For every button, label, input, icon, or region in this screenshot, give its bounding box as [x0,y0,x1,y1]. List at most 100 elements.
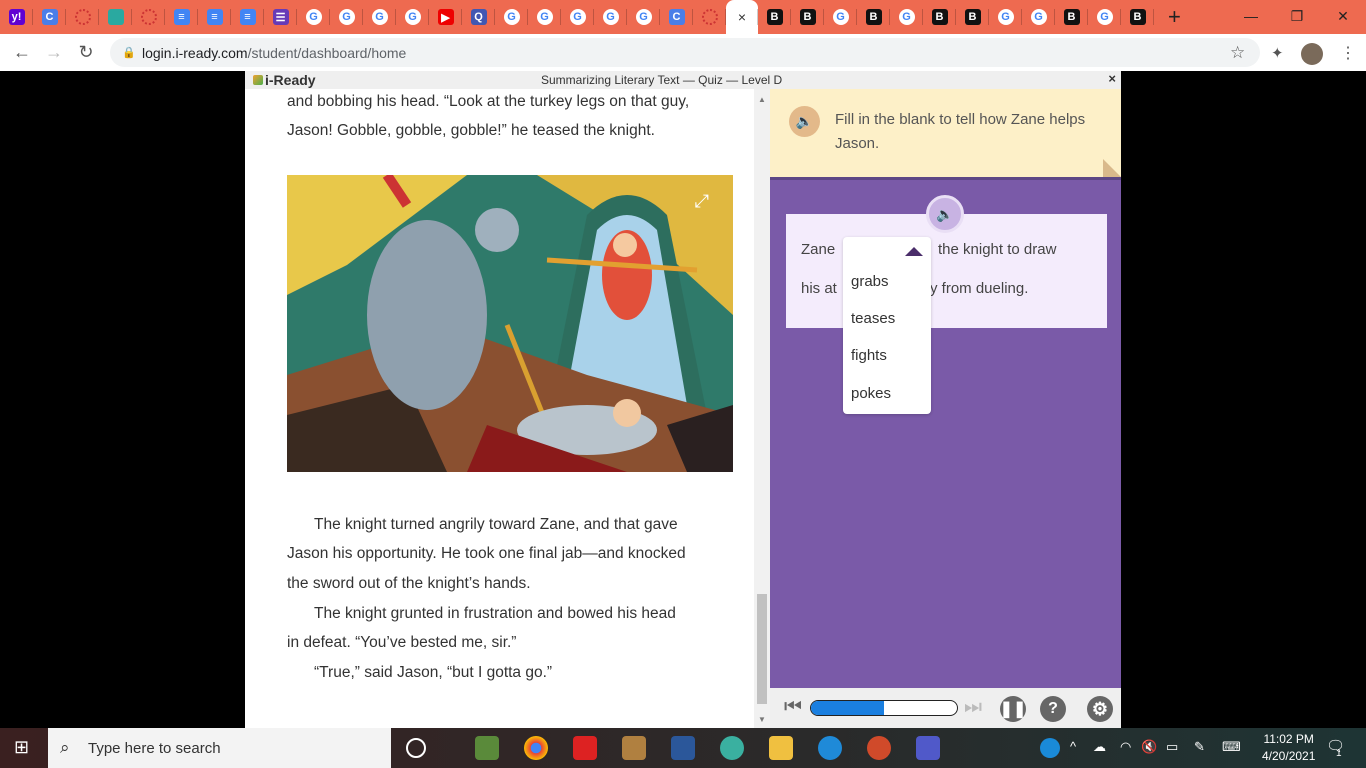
forms-favicon-icon: ☰ [272,9,289,25]
browser-tab[interactable]: G [528,0,561,34]
chevron-up-icon[interactable]: ^ [1070,739,1076,754]
yahoo-favicon-icon: y! [8,9,25,25]
browser-tab[interactable]: ☰ [264,0,297,34]
app-icon[interactable] [622,736,646,760]
minimize-button[interactable]: — [1228,0,1274,32]
active-tab[interactable]: × [726,0,758,34]
meet-icon[interactable] [720,736,744,760]
skip-back-icon[interactable]: ⏮ [784,696,802,719]
settings-gear-icon[interactable]: ⚙ [1087,696,1113,722]
dropdown-option-fights[interactable]: fights [851,347,887,364]
teams-icon[interactable] [916,736,940,760]
restore-button[interactable]: ❐ [1274,0,1320,32]
dropdown-option-teases[interactable]: teases [851,310,895,327]
browser-tab[interactable]: G [824,0,857,34]
bookmark-star-icon[interactable]: ☆ [1230,43,1245,63]
roblox-icon[interactable] [573,736,597,760]
browser-tab[interactable]: B [1055,0,1088,34]
scroll-down-arrow[interactable]: ▼ [758,715,766,724]
help-tray-icon[interactable] [1040,738,1060,758]
edge-icon[interactable] [818,736,842,760]
browser-tab[interactable]: B [1121,0,1154,34]
browser-tab[interactable]: G [297,0,330,34]
close-lesson-button[interactable]: × [1108,71,1116,86]
browser-tab[interactable]: ≡ [231,0,264,34]
pen-icon[interactable]: ✎ [1194,739,1205,755]
close-tab-icon[interactable]: × [738,9,746,25]
expand-image-icon[interactable]: ⤢ [695,187,709,217]
battery-icon[interactable]: ▭ [1166,739,1178,755]
powerpoint-icon[interactable] [867,736,891,760]
keyboard-icon[interactable]: ⌨ [1222,739,1241,755]
passage-line: Jason! Gobble, gobble, gobble!” he tease… [287,122,655,139]
browser-tab[interactable] [693,0,726,34]
b-favicon-icon: B [865,9,882,25]
extensions-icon[interactable]: ✦ [1271,44,1284,62]
tab-strip: y! C ≡ ≡ ≡ ☰ G G G G ▶ Q G G G G G C × B B G B G B B G G B G B + [0,0,1366,34]
browser-tab[interactable]: G [989,0,1022,34]
speaker-icon[interactable]: 🔈 [926,195,964,233]
browser-tab[interactable]: y! [0,0,33,34]
c-favicon-icon: C [41,9,58,25]
browser-tab[interactable]: B [791,0,824,34]
browser-tab[interactable]: B [758,0,791,34]
clock[interactable]: 11:02 PM 4/20/2021 [1262,731,1315,765]
browser-tab[interactable]: C [33,0,66,34]
answer-dropdown[interactable]: grabs teases fights pokes [843,237,931,414]
browser-tab[interactable] [66,0,99,34]
browser-tab[interactable] [99,0,132,34]
browser-tab[interactable]: G [594,0,627,34]
browser-tab[interactable]: Q [462,0,495,34]
speaker-icon[interactable]: 🔈 [789,106,820,137]
browser-tab[interactable]: ≡ [198,0,231,34]
browser-tab[interactable]: G [330,0,363,34]
skip-forward-icon[interactable]: ⏭ [964,696,982,719]
browser-tab[interactable]: B [956,0,989,34]
chrome-icon[interactable] [524,736,548,760]
browser-tab[interactable]: ▶ [429,0,462,34]
browser-tab[interactable]: G [1022,0,1055,34]
reload-button[interactable]: ↻ [70,42,102,63]
back-button[interactable]: ← [6,42,38,63]
google-favicon-icon: G [569,9,586,25]
new-tab-button[interactable]: + [1168,4,1181,30]
scroll-up-arrow[interactable]: ▲ [758,95,766,104]
browser-tab[interactable]: G [396,0,429,34]
cortana-icon[interactable] [406,738,426,758]
browser-tab[interactable]: ≡ [165,0,198,34]
profile-avatar[interactable] [1301,43,1323,65]
forward-button[interactable]: → [38,42,70,63]
date: 4/20/2021 [1262,749,1316,763]
browser-tab[interactable] [132,0,165,34]
taskbar-search[interactable]: ⌕ Type here to search [48,728,391,768]
file-explorer-icon[interactable] [769,736,793,760]
scrollbar-thumb[interactable] [757,594,767,704]
browser-tab[interactable]: C [660,0,693,34]
url-host: login.i-ready.com [142,44,248,61]
url-field[interactable]: 🔒 login.i-ready.com/student/dashboard/ho… [110,38,1260,67]
dropdown-option-pokes[interactable]: pokes [851,385,891,402]
pause-button[interactable]: ❚❚ [1000,696,1026,722]
dropdown-option-grabs[interactable]: grabs [851,273,889,290]
menu-icon[interactable]: ⋮ [1340,43,1356,63]
minecraft-icon[interactable] [475,736,499,760]
google-favicon-icon: G [602,9,619,25]
help-button[interactable]: ? [1040,696,1066,722]
chevron-up-icon[interactable] [905,247,923,256]
cloud-icon[interactable]: ☁ [1093,739,1106,755]
volume-muted-icon[interactable]: 🔇 [1141,739,1157,755]
browser-tab[interactable]: G [890,0,923,34]
browser-tab[interactable]: G [627,0,660,34]
passage-scrollbar[interactable]: ▲ ▼ [754,89,770,728]
browser-tab[interactable]: G [363,0,396,34]
windows-start-icon[interactable]: ⊞ [14,737,29,758]
word-icon[interactable] [671,736,695,760]
wifi-icon[interactable]: ◠ [1120,739,1131,755]
close-window-button[interactable]: ✕ [1320,0,1366,32]
browser-tab[interactable]: G [561,0,594,34]
browser-tab[interactable]: B [857,0,890,34]
google-favicon-icon: G [338,9,355,25]
browser-tab[interactable]: G [495,0,528,34]
browser-tab[interactable]: G [1088,0,1121,34]
browser-tab[interactable]: B [923,0,956,34]
